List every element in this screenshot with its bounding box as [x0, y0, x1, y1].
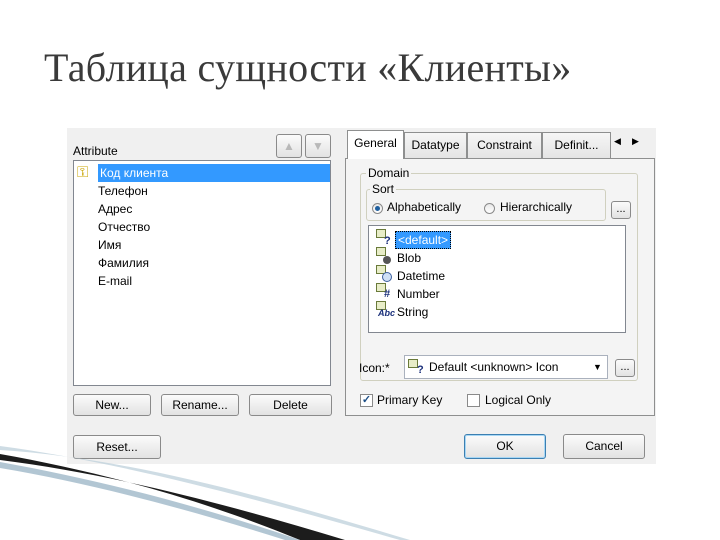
clock-icon — [382, 272, 392, 282]
sort-alphabetically-label[interactable]: Alphabetically — [387, 200, 461, 214]
icon-label: Icon:* — [359, 361, 390, 375]
primary-key-label[interactable]: Primary Key — [377, 393, 442, 407]
attribute-item-adres[interactable]: Адрес — [98, 200, 132, 218]
hash-icon: # — [384, 288, 391, 300]
attribute-editor-dialog: Attribute ▲ ▼ ⚿ Код клиента Телефон Адре… — [67, 128, 656, 464]
icon-select-value: Default <unknown> Icon — [429, 360, 559, 374]
icon-select[interactable]: ? Default <unknown> Icon ▼ — [404, 355, 608, 379]
key-icon: ⚿ — [77, 164, 89, 181]
sort-hierarchically-label[interactable]: Hierarchically — [500, 200, 572, 214]
logical-only-checkbox[interactable] — [467, 394, 480, 407]
domain-item-blob[interactable]: Blob — [397, 249, 421, 267]
attribute-item-kod-klienta[interactable]: Код клиента — [98, 164, 330, 182]
slide-title: Таблица сущности «Клиенты» — [44, 45, 572, 90]
sort-hierarchically-radio[interactable] — [484, 203, 495, 214]
attribute-item-otchestvo[interactable]: Отчество — [98, 218, 150, 236]
attribute-label: Attribute — [73, 144, 118, 158]
tab-scroll-right-icon[interactable]: ▶ — [632, 136, 639, 147]
domain-item-number[interactable]: Number — [397, 285, 440, 303]
tab-constraint[interactable]: Constraint — [467, 132, 542, 158]
abc-icon: Abc — [378, 308, 396, 318]
attribute-item-telefon[interactable]: Телефон — [98, 182, 148, 200]
move-up-button[interactable]: ▲ — [276, 134, 302, 158]
properties-panel: General Datatype Constraint Definit... ◀… — [344, 128, 656, 464]
move-down-button[interactable]: ▼ — [305, 134, 331, 158]
decorative-swoosh — [0, 446, 410, 540]
chevron-down-icon: ▼ — [593, 362, 602, 372]
attribute-item-email[interactable]: E-mail — [98, 272, 132, 290]
tab-definition[interactable]: Definit... — [542, 132, 611, 158]
domain-item-default[interactable]: <default> — [395, 231, 452, 249]
delete-button[interactable]: Delete — [249, 394, 332, 416]
table-icon — [376, 247, 386, 256]
tab-scroll-left-icon[interactable]: ◀ — [614, 136, 621, 147]
domain-label: Domain — [366, 166, 412, 180]
attribute-item-familiya[interactable]: Фамилия — [98, 254, 149, 272]
sort-options-button[interactable]: ... — [611, 201, 631, 219]
domain-item-datetime[interactable]: Datetime — [397, 267, 445, 285]
new-button[interactable]: New... — [73, 394, 151, 416]
question-icon: ? — [384, 235, 391, 247]
blob-icon — [383, 256, 391, 264]
arrow-down-icon: ▼ — [312, 139, 324, 153]
sort-label: Sort — [370, 182, 397, 196]
sort-alphabetically-radio[interactable] — [372, 203, 383, 214]
attribute-item-imya[interactable]: Имя — [98, 236, 121, 254]
question-icon: ? — [417, 364, 424, 376]
primary-key-checkbox[interactable]: ✓ — [360, 394, 373, 407]
icon-browse-button[interactable]: ... — [615, 359, 635, 377]
domain-item-string[interactable]: String — [397, 303, 428, 321]
arrow-up-icon: ▲ — [283, 139, 295, 153]
rename-button[interactable]: Rename... — [161, 394, 239, 416]
tab-general[interactable]: General — [347, 130, 404, 159]
logical-only-label[interactable]: Logical Only — [485, 393, 551, 407]
domain-list[interactable]: ? <default> Blob Datetime # Number Abc S… — [368, 225, 626, 333]
tab-datatype[interactable]: Datatype — [404, 132, 467, 158]
general-tab-page: Domain Sort Alphabetically Hierarchicall… — [345, 158, 655, 416]
attribute-list[interactable]: ⚿ Код клиента Телефон Адрес Отчество Имя… — [73, 160, 331, 386]
